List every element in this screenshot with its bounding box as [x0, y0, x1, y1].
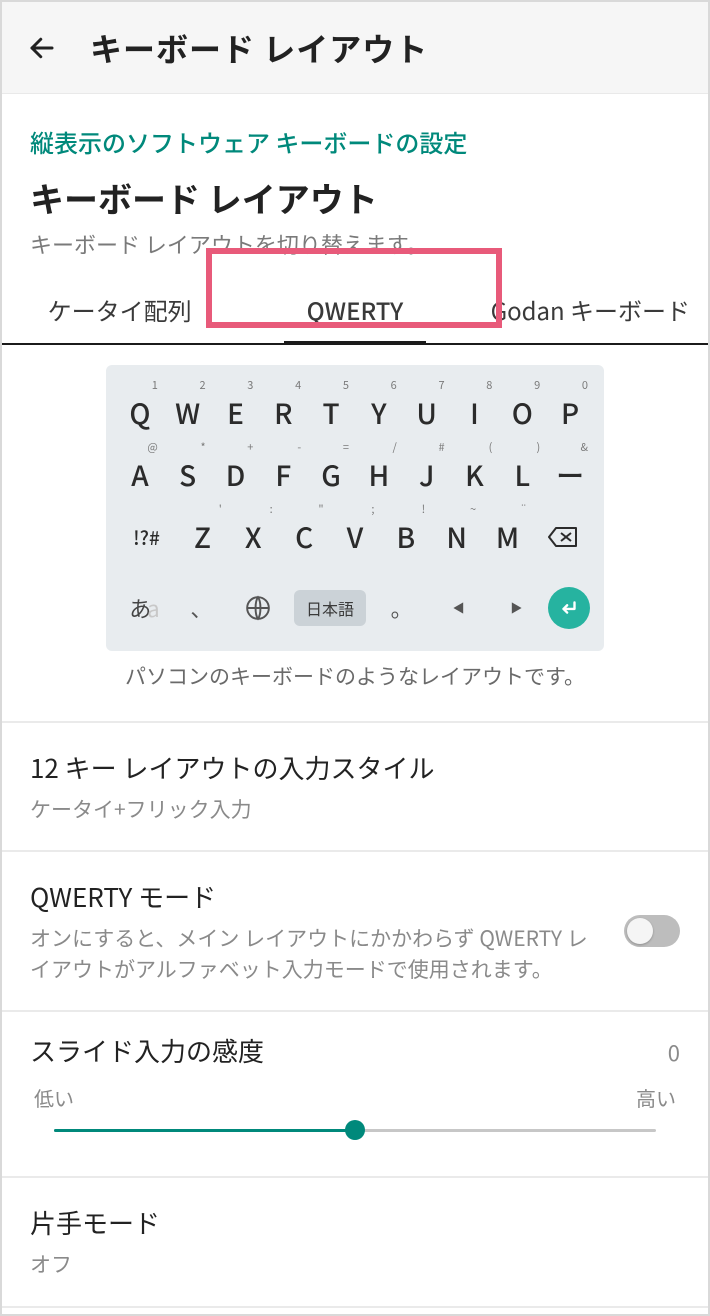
key-l[interactable]: )L [498, 447, 546, 503]
one-hand-title: 片手モード [30, 1204, 680, 1241]
slide-title: スライド入力の感度 [30, 1032, 264, 1069]
section-title: キーボード レイアウト [30, 173, 680, 222]
slide-slider[interactable] [54, 1112, 656, 1148]
setting-qwerty-sub: オンにすると、メイン レイアウトにかかわらず QWERTY レイアウトがアルファ… [30, 923, 608, 984]
key-q[interactable]: 1Q [116, 385, 164, 441]
section-header: 縦表示のソフトウェア キーボードの設定 キーボード レイアウト キーボード レイ… [2, 94, 708, 278]
slide-high-label: 高い [636, 1083, 676, 1112]
enter-icon [558, 597, 580, 619]
symbols-key[interactable]: !?# [116, 516, 177, 559]
comma-key[interactable]: 、 [177, 584, 226, 632]
setting-keyboard-height: キーボードの高さ 100 低い 高い [2, 1308, 708, 1316]
tab-qwerty[interactable]: QWERTY [237, 278, 472, 343]
key-w[interactable]: 2W [164, 385, 212, 441]
section-subtitle: キーボード レイアウトを切り替えます。 [30, 228, 680, 260]
setting-qwerty-mode[interactable]: QWERTY モード オンにすると、メイン レイアウトにかかわらず QWERTY… [2, 852, 708, 1010]
key-ー[interactable]: &ー [546, 447, 594, 503]
slide-low-label: 低い [34, 1083, 74, 1112]
back-icon[interactable] [22, 28, 62, 68]
keyboard-preview: 1Q2W3E4R5T6Y7U8I9O0P @A*S+D-F=G/H#J(K)L&… [2, 359, 708, 703]
arrow-left-key[interactable] [434, 593, 483, 623]
one-hand-sub: オフ [30, 1249, 680, 1279]
key-x[interactable]: :X [228, 509, 279, 565]
setting-slide-sensitivity: スライド入力の感度 0 低い 高い [2, 1012, 708, 1176]
key-g[interactable]: =G [307, 447, 355, 503]
tab-godan[interactable]: Godan キーボード [473, 278, 708, 343]
switch-knob [627, 918, 653, 944]
key-d[interactable]: +D [212, 447, 260, 503]
symbols-key-label: !?# [133, 524, 160, 551]
kana-toggle-key[interactable]: あa [120, 584, 169, 632]
key-m[interactable]: ¨M [482, 509, 533, 565]
arrow-right-key[interactable] [491, 593, 540, 623]
setting-qwerty-title: QWERTY モード [30, 878, 608, 915]
key-h[interactable]: /H [355, 447, 403, 503]
setting-12key-title: 12 キー レイアウトの入力スタイル [30, 749, 680, 786]
key-e[interactable]: 3E [212, 385, 260, 441]
layout-tabs: ケータイ配列 QWERTY Godan キーボード [2, 278, 708, 345]
key-u[interactable]: 7U [403, 385, 451, 441]
key-j[interactable]: #J [403, 447, 451, 503]
key-b[interactable]: !B [380, 509, 431, 565]
key-r[interactable]: 4R [259, 385, 307, 441]
key-n[interactable]: ~N [431, 509, 482, 565]
qwerty-mode-switch[interactable] [624, 915, 680, 947]
kana-hint: a [147, 592, 159, 624]
key-o[interactable]: 9O [498, 385, 546, 441]
backspace-icon [548, 526, 578, 548]
arrow-right-icon [509, 601, 523, 615]
globe-key[interactable] [234, 587, 283, 629]
keyboard-caption: パソコンのキーボードのようなレイアウトです。 [106, 661, 604, 691]
appbar-title: キーボード レイアウト [90, 25, 428, 71]
key-y[interactable]: 6Y [355, 385, 403, 441]
key-k[interactable]: (K [451, 447, 499, 503]
key-v[interactable]: ;V [330, 509, 381, 565]
enter-key[interactable] [548, 579, 590, 637]
setting-one-hand[interactable]: 片手モード オフ [2, 1178, 708, 1305]
language-chip[interactable]: 日本語 [291, 582, 369, 634]
key-c[interactable]: "C [279, 509, 330, 565]
section-eyebrow: 縦表示のソフトウェア キーボードの設定 [30, 124, 680, 159]
tab-keitai[interactable]: ケータイ配列 [2, 278, 237, 343]
slide-value: 0 [668, 1036, 680, 1068]
key-a[interactable]: @A [116, 447, 164, 503]
key-i[interactable]: 8I [451, 385, 499, 441]
key-f[interactable]: -F [259, 447, 307, 503]
key-t[interactable]: 5T [307, 385, 355, 441]
key-z[interactable]: 'Z [177, 509, 228, 565]
setting-12key[interactable]: 12 キー レイアウトの入力スタイル ケータイ+フリック入力 [2, 723, 708, 850]
arrow-left-icon [452, 601, 466, 615]
backspace-key[interactable] [533, 509, 594, 565]
app-bar: キーボード レイアウト [2, 2, 708, 94]
key-s[interactable]: *S [164, 447, 212, 503]
period-key[interactable]: 。 [377, 584, 426, 632]
globe-icon [245, 595, 271, 621]
key-p[interactable]: 0P [546, 385, 594, 441]
setting-12key-sub: ケータイ+フリック入力 [30, 794, 680, 824]
